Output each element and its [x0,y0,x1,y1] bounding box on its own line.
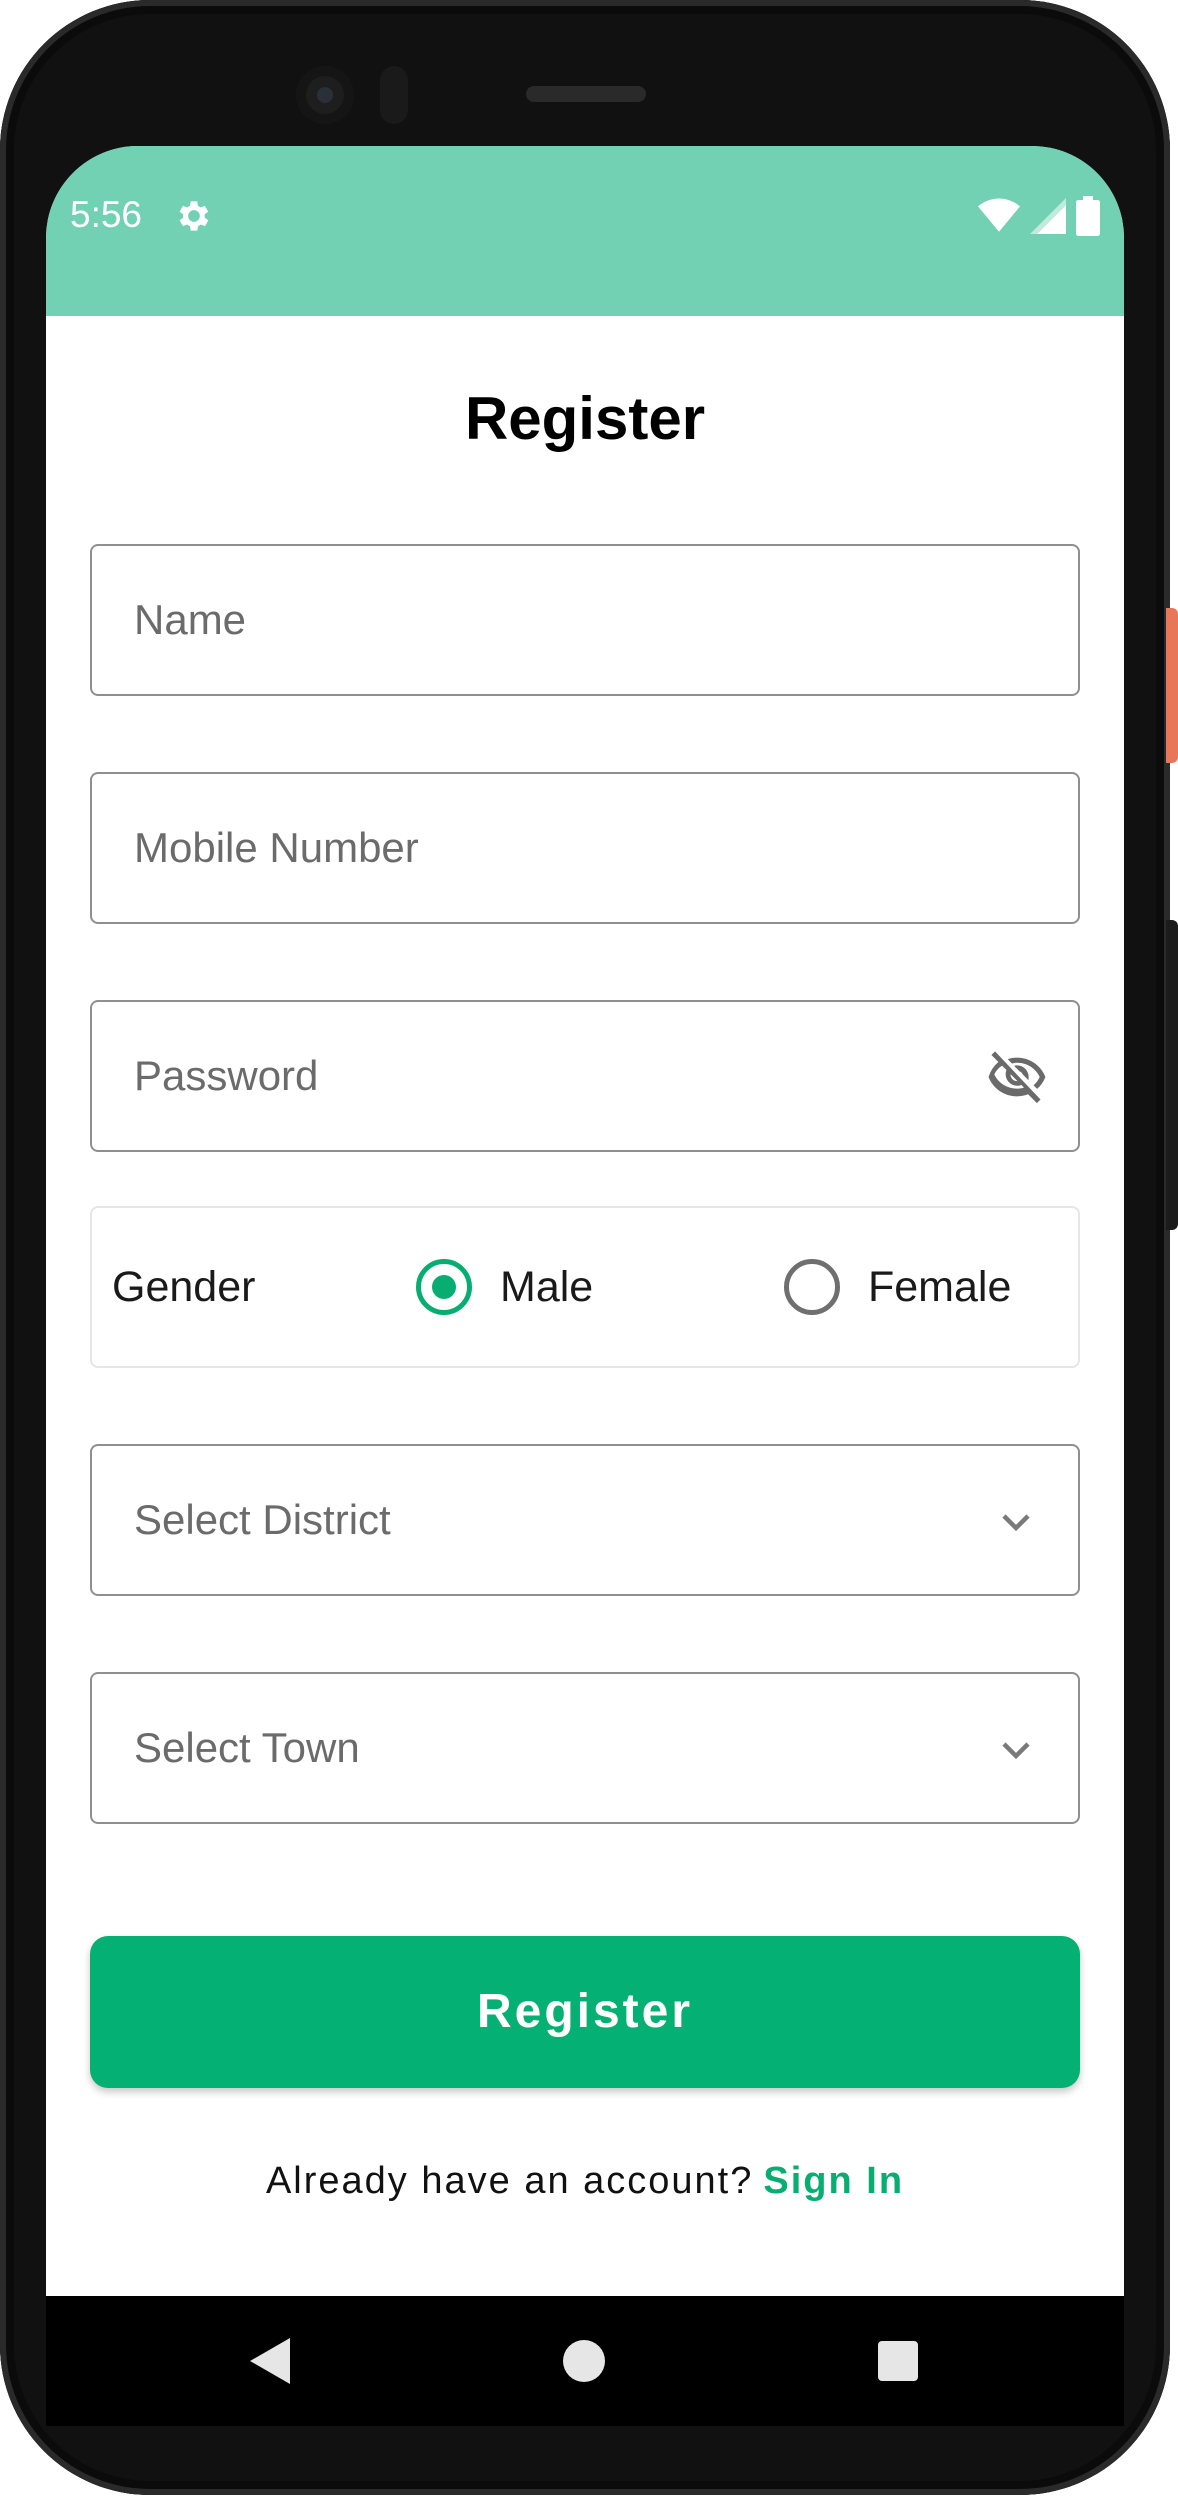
status-bar: 5:56 [46,146,1124,316]
name-field[interactable]: Name [90,544,1080,696]
signal-icon [1030,198,1066,234]
signin-link[interactable]: Sign In [763,2160,904,2202]
mobile-number-field[interactable]: Mobile Number [90,772,1080,924]
female-label[interactable]: Female [868,1208,1011,1366]
back-icon [250,2338,290,2384]
earpiece-speaker [526,86,646,102]
register-button[interactable]: Register [90,1936,1080,2088]
proximity-sensor [380,66,408,124]
page-title: Register [464,385,706,452]
chevron-down-icon [1002,1742,1030,1760]
status-icons [978,196,1100,236]
status-time: 5:56 [70,194,143,235]
signin-row: Already have an account? Sign In [46,2160,1124,2203]
district-placeholder: Select District [134,1496,391,1543]
name-placeholder: Name [134,596,247,643]
wifi-icon [978,198,1020,232]
signin-prompt: Already have an account? [265,2160,754,2202]
battery-icon [1076,196,1100,236]
volume-button [1166,920,1178,1230]
gear-icon [179,201,209,231]
eye-off-icon[interactable] [986,1046,1048,1108]
power-button [1166,608,1178,763]
password-placeholder: Password [134,1052,319,1099]
navigation-bar [46,2296,1124,2426]
gender-selector: Gender Male Female [90,1206,1080,1368]
password-field[interactable]: Password [90,1000,1080,1152]
nav-home-button[interactable] [524,2296,644,2426]
gender-label: Gender [112,1263,256,1311]
front-camera [296,66,354,124]
town-dropdown[interactable]: Select Town [90,1672,1080,1824]
nav-recents-button[interactable] [838,2296,958,2426]
mobile-placeholder: Mobile Number [134,824,419,871]
home-icon [563,2340,605,2382]
phone-frame: 5:56 Register Name Mobile Number Passwor… [0,0,1170,2495]
male-radio[interactable] [416,1259,472,1315]
chevron-down-icon [1002,1514,1030,1532]
male-label[interactable]: Male [500,1208,593,1366]
district-dropdown[interactable]: Select District [90,1444,1080,1596]
recents-icon [878,2341,918,2381]
female-radio[interactable] [784,1259,840,1315]
app-screen: 5:56 Register Name Mobile Number Passwor… [46,146,1124,2426]
town-placeholder: Select Town [134,1724,360,1771]
nav-back-button[interactable] [210,2296,330,2426]
